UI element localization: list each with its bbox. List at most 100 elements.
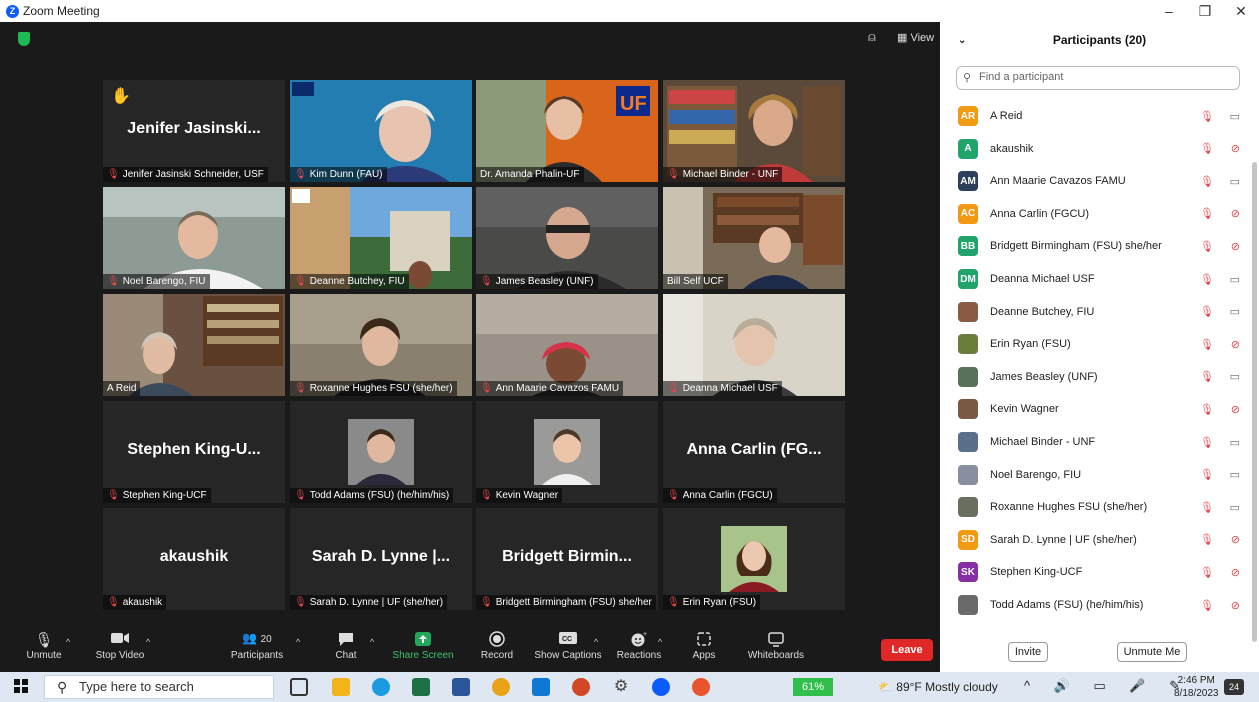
video-tile[interactable]: 🎙 Michael Binder - UNF — [663, 80, 845, 182]
participant-row[interactable]: AM Ann Maarie Cavazos FAMU 🎙 ▭ — [958, 165, 1240, 197]
lock-icon[interactable]: ⍝ — [868, 29, 876, 45]
audio-options-chevron-icon[interactable]: ^ — [66, 637, 70, 647]
chat-button[interactable]: Chat — [330, 631, 362, 661]
video-tile[interactable]: Bill Self UCF — [663, 187, 845, 289]
unmute-button[interactable]: 🎙 Unmute — [22, 631, 66, 661]
participant-row[interactable]: Roxanne Hughes FSU (she/her) 🎙 ▭ — [958, 491, 1240, 523]
participant-row[interactable]: Kevin Wagner 🎙 ⊘ — [958, 393, 1240, 425]
participant-row[interactable]: AC Anna Carlin (FGCU) 🎙 ⊘ — [958, 198, 1240, 230]
share-screen-label: Share Screen — [392, 650, 454, 661]
video-tile[interactable]: 🎙 James Beasley (UNF) — [476, 187, 658, 289]
task-view-icon[interactable] — [290, 678, 308, 696]
taskbar-search-input[interactable]: ⚲ Type here to search — [44, 675, 274, 699]
reactions-button[interactable]: + Reactions — [614, 631, 664, 661]
video-tile[interactable]: akaushik 🎙 akaushik — [103, 508, 285, 610]
participants-button[interactable]: 👥 20 Participants — [228, 631, 286, 661]
participant-row[interactable]: Todd Adams (FSU) (he/him/his) 🎙 ⊘ — [958, 589, 1240, 621]
reactions-options-chevron-icon[interactable]: ^ — [658, 637, 662, 647]
notifications-icon[interactable]: 24 — [1224, 679, 1244, 695]
restore-button[interactable]: ❐ — [1187, 0, 1223, 22]
captions-options-chevron-icon[interactable]: ^ — [594, 637, 598, 647]
video-tile[interactable]: 🎙 Deanne Butchey, FIU — [290, 187, 472, 289]
video-tile[interactable]: 🎙 Kim Dunn (FAU) — [290, 80, 472, 182]
participants-count: 20 — [260, 634, 272, 645]
participant-name: Deanne Butchey, FIU — [990, 305, 1095, 318]
participant-row[interactable]: AR A Reid 🎙 ▭ — [958, 100, 1240, 132]
unmute-me-button[interactable]: Unmute Me — [1117, 642, 1187, 662]
app-icon[interactable] — [692, 678, 710, 696]
participant-row[interactable]: SD Sarah D. Lynne | UF (she/her) 🎙 ⊘ — [958, 524, 1240, 556]
participant-row[interactable]: Erin Ryan (FSU) 🎙 ⊘ — [958, 328, 1240, 360]
video-tile[interactable]: Bridgett Birmin... 🎙 Bridgett Birmingham … — [476, 508, 658, 610]
video-tile[interactable]: 🎙 Noel Barengo, FIU — [103, 187, 285, 289]
video-tile[interactable]: Stephen King-U... 🎙 Stephen King-UCF — [103, 401, 285, 503]
chat-options-chevron-icon[interactable]: ^ — [370, 637, 374, 647]
record-button[interactable]: Record — [478, 631, 516, 661]
video-tile[interactable]: 🎙 Erin Ryan (FSU) — [663, 508, 845, 610]
windows-start-icon[interactable] — [14, 679, 28, 698]
security-shield-icon[interactable] — [18, 32, 30, 46]
file-explorer-icon[interactable] — [332, 678, 350, 696]
video-tile[interactable]: 🎙 Deanna Michael USF — [663, 294, 845, 396]
muted-mic-icon: 🎙 — [480, 383, 493, 394]
participant-row[interactable]: BB Bridgett Birmingham (FSU) she/her 🎙 ⊘ — [958, 230, 1240, 262]
invite-button[interactable]: Invite — [1008, 642, 1048, 662]
participant-row[interactable]: Michael Binder - UNF 🎙 ▭ — [958, 426, 1240, 458]
muted-mic-icon: 🎙 — [1200, 338, 1214, 351]
view-button[interactable]: ▦ View — [893, 29, 938, 46]
leave-button[interactable]: Leave — [881, 639, 933, 661]
muted-mic-icon: 🎙 — [294, 490, 307, 501]
participants-options-chevron-icon[interactable]: ^ — [296, 637, 300, 647]
share-screen-button[interactable]: Share Screen — [392, 631, 454, 661]
video-tile[interactable]: 🎙 Kevin Wagner — [476, 401, 658, 503]
tile-name: Anna Carlin (FGCU) — [682, 490, 773, 501]
tile-name: Deanna Michael USF — [682, 383, 778, 394]
participant-row[interactable]: DM Deanna Michael USF 🎙 ▭ — [958, 263, 1240, 295]
video-tile[interactable]: A Reid — [103, 294, 285, 396]
powerpoint-icon[interactable] — [572, 678, 590, 696]
video-tile[interactable]: Anna Carlin (FG... 🎙 Anna Carlin (FGCU) — [663, 401, 845, 503]
participant-row[interactable]: James Beasley (UNF) 🎙 ▭ — [958, 361, 1240, 393]
collapse-chevron-icon[interactable]: ⌄ — [958, 35, 966, 46]
avatar: AC — [958, 203, 978, 224]
reactions-smiley-icon: + — [629, 631, 649, 647]
outlook-icon[interactable] — [532, 678, 550, 696]
participant-row[interactable]: Deanne Butchey, FIU 🎙 ▭ — [958, 296, 1240, 328]
close-button[interactable]: ✕ — [1223, 0, 1259, 22]
minimize-button[interactable]: – — [1151, 0, 1187, 22]
zoom-app-icon[interactable] — [652, 678, 670, 696]
video-tile[interactable]: ✋ Jenifer Jasinski... 🎙 Jenifer Jasinski … — [103, 80, 285, 182]
participant-search-input[interactable]: ⚲ Find a participant — [956, 66, 1240, 90]
muted-mic-icon: 🎙 — [667, 383, 680, 394]
whiteboards-button[interactable]: Whiteboards — [744, 631, 808, 661]
chrome-icon[interactable] — [492, 678, 510, 696]
participant-row[interactable]: Aakaushik 🎙 ⊘ — [958, 133, 1240, 165]
settings-gear-icon[interactable]: ⚙ — [612, 678, 630, 696]
video-tile-active-speaker[interactable]: UF Dr. Amanda Phalin-UF — [476, 80, 658, 182]
participant-row[interactable]: SK Stephen King-UCF 🎙 ⊘ — [958, 556, 1240, 588]
clock-time: 2:46 PM — [1177, 675, 1215, 686]
muted-mic-icon: 🎙 — [667, 597, 680, 608]
avatar: AR — [958, 106, 978, 126]
excel-icon[interactable] — [412, 678, 430, 696]
muted-mic-icon: 🎙 — [667, 169, 680, 180]
video-tile[interactable]: 🎙 Roxanne Hughes FSU (she/her) — [290, 294, 472, 396]
chat-label: Chat — [335, 650, 357, 661]
video-off-icon: ⊘ — [1230, 338, 1240, 351]
tile-name: Sarah D. Lynne | UF (she/her) — [309, 597, 444, 608]
video-tile[interactable]: 🎙 Ann Maarie Cavazos FAMU — [476, 294, 658, 396]
video-options-chevron-icon[interactable]: ^ — [146, 637, 150, 647]
word-icon[interactable] — [452, 678, 470, 696]
participant-list-scrollbar[interactable] — [1252, 162, 1257, 642]
clock[interactable]: 2:46 PM 8/18/2023 — [1174, 674, 1219, 700]
edge-browser-icon[interactable] — [372, 678, 390, 696]
apps-button[interactable]: Apps — [690, 631, 718, 661]
weather-widget[interactable]: ⛅ 89°F Mostly cloudy — [878, 680, 998, 694]
stop-video-button[interactable]: Stop Video — [92, 631, 148, 661]
avatar: AM — [958, 171, 978, 192]
video-tile[interactable]: Sarah D. Lynne |... 🎙 Sarah D. Lynne | UF… — [290, 508, 472, 610]
battery-indicator[interactable]: 61% — [793, 678, 833, 696]
participant-row[interactable]: Noel Barengo, FIU 🎙 ▭ — [958, 459, 1240, 491]
video-tile[interactable]: 🎙 Todd Adams (FSU) (he/him/his) — [290, 401, 472, 503]
system-tray-icons[interactable]: ^ 🔊 ▭ 🎤 ✎ — [1024, 678, 1190, 694]
